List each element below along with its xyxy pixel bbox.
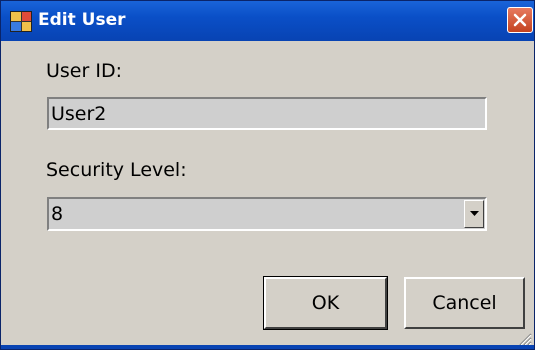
user-id-label: User ID: xyxy=(46,60,122,82)
close-button[interactable] xyxy=(507,7,533,33)
close-icon xyxy=(513,13,527,27)
resize-grip-icon[interactable] xyxy=(518,332,532,346)
title-bar[interactable]: Edit User xyxy=(1,1,534,41)
cancel-button[interactable]: Cancel xyxy=(404,277,525,329)
app-window-icon xyxy=(10,11,32,32)
dropdown-button[interactable] xyxy=(464,200,484,228)
security-level-label: Security Level: xyxy=(46,159,187,181)
edit-user-dialog: Edit User User ID: User2 Security Level:… xyxy=(0,0,535,350)
user-id-value: User2 xyxy=(51,103,107,125)
ok-button[interactable]: OK xyxy=(263,276,388,330)
security-level-dropdown[interactable]: 8 xyxy=(47,197,487,231)
user-id-field[interactable]: User2 xyxy=(47,97,487,130)
security-level-value: 8 xyxy=(51,203,64,225)
window-bottom-border xyxy=(1,345,534,349)
chevron-down-icon xyxy=(470,211,479,216)
window-title: Edit User xyxy=(38,10,126,30)
